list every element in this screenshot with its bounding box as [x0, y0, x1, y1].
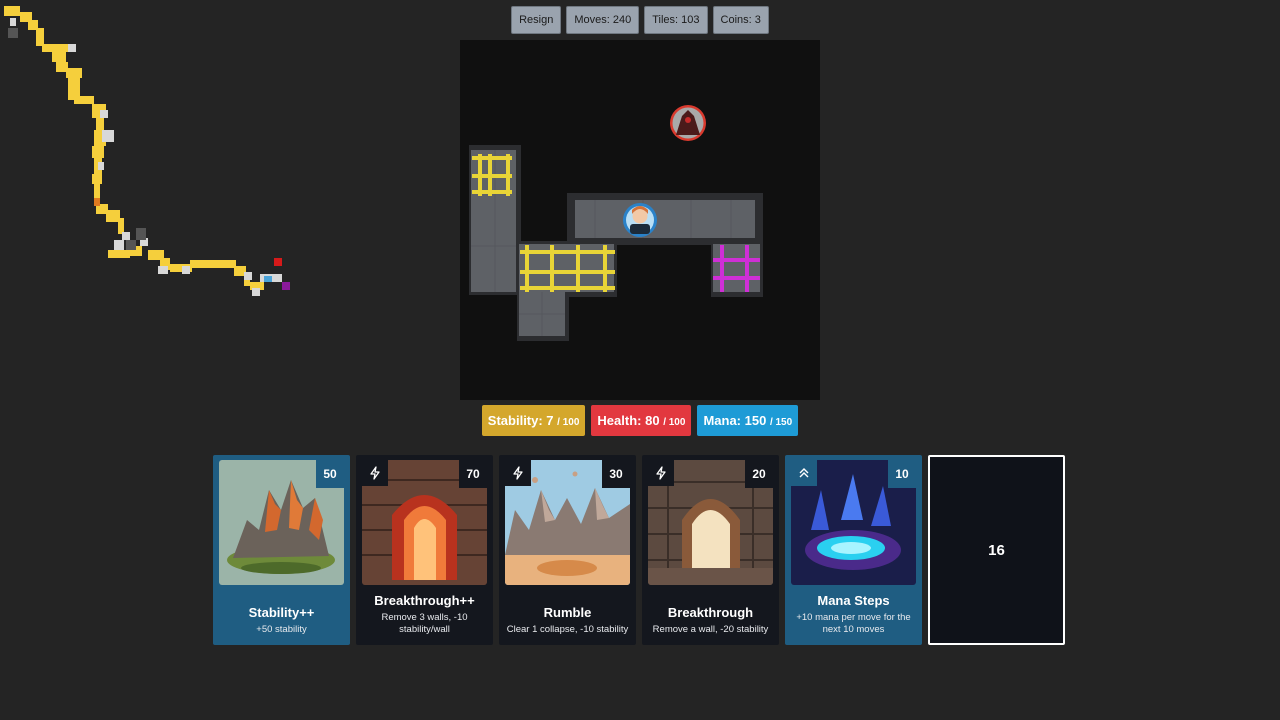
stats-bar: Stability: 7 / 100 Health: 80 / 100 Mana… [0, 405, 1280, 436]
card-title: Breakthrough++ [374, 593, 475, 608]
coins-counter: Coins: 3 [712, 6, 769, 34]
health-max: / 100 [663, 417, 686, 428]
collapse-grid-left [472, 154, 512, 196]
tiles-counter: Tiles: 103 [644, 6, 708, 34]
card-cost: 20 [745, 460, 773, 488]
player-avatar[interactable] [623, 203, 657, 237]
card-desc: Remove 3 walls, -10 stability/wall [381, 612, 468, 635]
minimap [4, 6, 290, 296]
card-hand: 50 Stability++ +50 stability 70 Breakthr… [213, 455, 1065, 645]
double-chevron-up-icon [791, 460, 817, 486]
health-stat: Health: 80 / 100 [591, 405, 692, 436]
card-title: Breakthrough [667, 605, 754, 620]
lightning-icon [362, 460, 388, 486]
card-stability-plus[interactable]: 50 Stability++ +50 stability [213, 455, 350, 645]
card-title: Mana Steps [817, 593, 890, 608]
resign-button[interactable]: Resign [511, 6, 562, 34]
card-title: Rumble [543, 605, 592, 620]
top-toolbar: Resign Moves: 240 Tiles: 103 Coins: 3 [0, 6, 1280, 34]
game-board[interactable] [460, 40, 820, 400]
deck-count: 16 [988, 541, 1005, 559]
card-desc: +50 stability [256, 624, 307, 635]
draw-deck[interactable]: 16 [928, 455, 1065, 645]
card-desc: +10 mana per move for the next 10 moves [796, 612, 911, 635]
stability-stat: Stability: 7 / 100 [481, 405, 586, 436]
card-cost: 50 [316, 460, 344, 488]
card-title: Stability++ [248, 605, 315, 620]
card-breakthrough[interactable]: 20 Breakthrough Remove a wall, -20 stabi… [642, 455, 779, 645]
mana-stat: Mana: 150 / 150 [697, 405, 799, 436]
enemy-avatar[interactable] [670, 105, 706, 141]
stability-max: / 100 [557, 417, 580, 428]
lightning-icon [648, 460, 674, 486]
card-breakthrough-plus[interactable]: 70 Breakthrough++ Remove 3 walls, -10 st… [356, 455, 493, 645]
card-mana-steps[interactable]: 10 Mana Steps +10 mana per move for the … [785, 455, 922, 645]
health-value: Health: 80 [597, 413, 660, 428]
card-rumble[interactable]: 30 Rumble Clear 1 collapse, -10 stabilit… [499, 455, 636, 645]
card-cost: 10 [888, 460, 916, 488]
lightning-icon [505, 460, 531, 486]
card-desc: Clear 1 collapse, -10 stability [506, 624, 629, 635]
stability-value: Stability: 7 [487, 413, 554, 428]
card-cost: 70 [459, 460, 487, 488]
moves-counter: Moves: 240 [566, 6, 640, 34]
mana-max: / 150 [769, 417, 793, 428]
mana-value: Mana: 150 [703, 413, 767, 428]
card-desc: Remove a wall, -20 stability [652, 624, 769, 635]
card-cost: 30 [602, 460, 630, 488]
